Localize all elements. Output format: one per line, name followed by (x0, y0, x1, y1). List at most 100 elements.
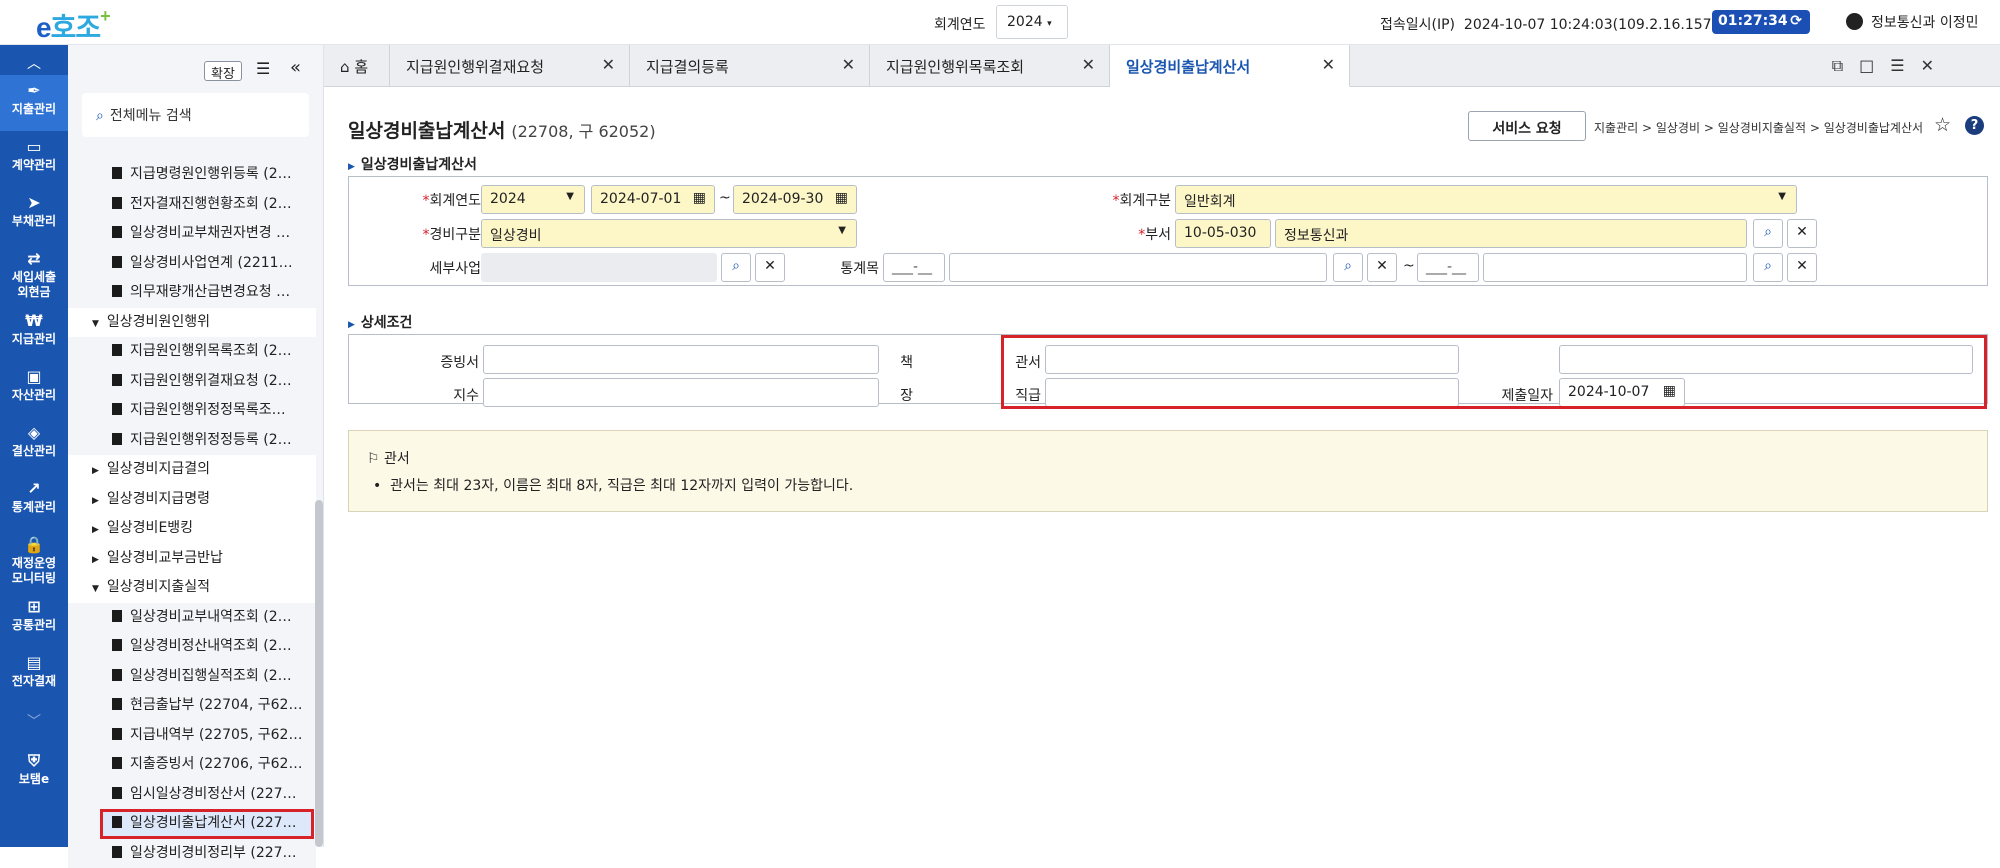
sidebar-scrollbar[interactable] (315, 500, 323, 847)
chevron-down-icon: ﹀ (27, 714, 41, 730)
nav-approval[interactable]: ▤전자결재 (0, 647, 68, 703)
notice-text: • 관서는 최대 23자, 이름은 최대 8자, 직급은 최대 12자까지 입력… (373, 475, 853, 495)
sub-project-search-button[interactable]: ⌕ (721, 253, 751, 282)
document-icon (112, 816, 122, 828)
menu-item[interactable]: 지급원인행위정정목록조… (68, 396, 316, 426)
calendar-icon[interactable]: ▦ (835, 190, 848, 206)
menu-group[interactable]: ▼일상경비원인행위 (68, 308, 316, 338)
nav-asset[interactable]: ▣자산관리 (0, 361, 68, 417)
menu-group[interactable]: ▶일상경비지급명령 (68, 485, 316, 515)
sub-project-label: 세부사업 (389, 258, 481, 278)
menu-group[interactable]: ▶일상경비E뱅킹 (68, 514, 316, 544)
menu-search-input[interactable]: ⌕전체메뉴 검색 (82, 93, 309, 137)
window-icon[interactable]: □ (1859, 56, 1890, 75)
copy-window-icon[interactable]: ⧉ (1832, 56, 1859, 75)
sheet-count-input[interactable] (483, 378, 879, 407)
dept-label: *부서 (1009, 224, 1171, 244)
menu-item[interactable]: 일상경비교부내역조회 (2… (68, 603, 316, 633)
stat-to-clear-button[interactable]: ✕ (1787, 253, 1817, 282)
sub-project-clear-button[interactable]: ✕ (755, 253, 785, 282)
menu-item[interactable]: 전자결재진행현황조회 (2… (68, 190, 316, 220)
stat-from-name-input[interactable] (949, 253, 1327, 282)
stat-from-code-input[interactable]: ___-__ (883, 253, 945, 282)
menu-item[interactable]: 일상경비집행실적조회 (2… (68, 662, 316, 692)
card-icon: ▭ (0, 139, 68, 154)
stat-from-clear-button[interactable]: ✕ (1367, 253, 1397, 282)
date-from-input[interactable]: 2024-07-01▦ (591, 185, 715, 214)
stat-to-search-button[interactable]: ⌕ (1753, 253, 1783, 282)
expand-button[interactable]: 확장 (204, 61, 242, 81)
expense-type-select[interactable]: 일상경비▼ (481, 219, 857, 248)
nav-scroll-down-button[interactable]: ﹀ (0, 703, 68, 745)
dept-code-input[interactable]: 10-05-030 (1175, 219, 1271, 248)
nav-common[interactable]: ⊞공통관리 (0, 591, 68, 647)
favorite-star-icon[interactable]: ☆ (1934, 114, 1951, 136)
tab-payment-approval-request[interactable]: 지급원인행위결재요청✕ (390, 45, 630, 87)
menu-item[interactable]: 지급원인행위결재요청 (2… (68, 367, 316, 397)
dept-search-button[interactable]: ⌕ (1753, 219, 1783, 248)
dept-name-input[interactable]: 정보통신과 (1275, 219, 1747, 248)
ehojo-logo[interactable]: e호조+ (36, 6, 110, 46)
document-icon (112, 787, 122, 799)
nav-botem[interactable]: ⛨보탬e (0, 745, 68, 801)
menu-item[interactable]: 지급원인행위목록조회 (2… (68, 337, 316, 367)
menu-item[interactable]: 지급내역부 (22705, 구62… (68, 721, 316, 751)
tab-payment-list[interactable]: 지급원인행위목록조회✕ (870, 45, 1110, 87)
menu-item[interactable]: 의무재량개산급변경요청 … (68, 278, 316, 308)
menu-item[interactable]: 일상경비정산내역조회 (2… (68, 632, 316, 662)
nav-payment[interactable]: ₩지급관리 (0, 305, 68, 361)
nav-expenditure[interactable]: ✒지출관리 (0, 75, 68, 131)
account-type-select[interactable]: 일반회계▼ (1175, 185, 1797, 214)
session-timer[interactable]: 01:27:34⟳ (1712, 10, 1810, 34)
fiscal-year-select[interactable]: 2024 ▾ (996, 5, 1068, 39)
menu-group[interactable]: ▶일상경비지급결의 (68, 455, 316, 485)
close-icon[interactable]: ✕ (1082, 55, 1095, 74)
close-icon[interactable]: ✕ (1322, 55, 1335, 74)
menu-item[interactable]: 현금출납부 (22704, 구62… (68, 691, 316, 721)
tab-payment-resolution[interactable]: 지급결의등록✕ (630, 45, 870, 87)
help-icon[interactable]: ? (1965, 116, 1984, 135)
stat-to-name-input[interactable] (1483, 253, 1747, 282)
menu-item-selected[interactable]: 일상경비출납계산서 (227… (100, 809, 314, 839)
notice-title: ⚐ 관서 (367, 448, 410, 468)
tab-home[interactable]: ⌂ 홈 (324, 45, 390, 87)
stat-from-search-button[interactable]: ⌕ (1333, 253, 1363, 282)
menu-item[interactable]: 일상경비교부채권자변경 … (68, 219, 316, 249)
close-icon[interactable]: ✕ (842, 55, 855, 74)
collapse-sidebar-icon[interactable]: « (290, 57, 301, 78)
tab-list-icon[interactable]: ☰ (1890, 56, 1920, 75)
refresh-icon[interactable]: ⟳ (1790, 13, 1802, 29)
tab-daily-expense-statement[interactable]: 일상경비출납계산서✕ (1110, 45, 1350, 87)
service-request-button[interactable]: 서비스 요청 (1468, 111, 1586, 141)
nav-monitoring[interactable]: 🔒재정운영 모니터링 (0, 529, 68, 591)
voucher-input[interactable] (483, 345, 879, 374)
menu-item[interactable]: 일상경비사업연계 (2211… (68, 249, 316, 279)
menu-item[interactable]: 지출증빙서 (22706, 구62… (68, 750, 316, 780)
close-icon[interactable]: ✕ (602, 55, 615, 74)
fiscal-year-select[interactable]: 2024▼ (481, 185, 585, 214)
chevron-down-icon: ▼ (566, 191, 574, 202)
dept-clear-button[interactable]: ✕ (1787, 219, 1817, 248)
date-to-input[interactable]: 2024-09-30▦ (733, 185, 857, 214)
list-toggle-icon[interactable]: ☰ (256, 59, 270, 78)
nav-revenue-cash[interactable]: ⇄세입세출 외현금 (0, 243, 68, 305)
nav-scroll-up-button[interactable]: ︿ (0, 45, 68, 75)
menu-group[interactable]: ▼일상경비지출실적 (68, 573, 316, 603)
nav-contract[interactable]: ▭계약관리 (0, 131, 68, 187)
user-info[interactable]: 정보통신과 이정민 (1846, 12, 1979, 32)
nav-settlement[interactable]: ◈결산관리 (0, 417, 68, 473)
menu-item[interactable]: 지급명령원인행위등록 (2… (68, 160, 316, 190)
nav-statistics[interactable]: ↗통계관리 (0, 473, 68, 529)
home-icon: ⌂ (340, 58, 350, 76)
menu-group[interactable]: ▶일상경비교부금반납 (68, 544, 316, 574)
document-icon (112, 256, 122, 268)
menu-item[interactable]: 일상경비경비정리부 (227… (68, 839, 316, 868)
menu-item[interactable]: 임시일상경비정산서 (227… (68, 780, 316, 810)
close-all-icon[interactable]: ✕ (1921, 56, 1950, 75)
nav-debt[interactable]: ➤부채관리 (0, 187, 68, 243)
menu-item[interactable]: 지급원인행위정정등록 (2… (68, 426, 316, 456)
document-icon (112, 698, 122, 710)
calendar-icon[interactable]: ▦ (693, 190, 706, 206)
stat-to-code-input[interactable]: ___-__ (1417, 253, 1479, 282)
search-section-title: ▶일상경비출납계산서 (348, 154, 477, 174)
